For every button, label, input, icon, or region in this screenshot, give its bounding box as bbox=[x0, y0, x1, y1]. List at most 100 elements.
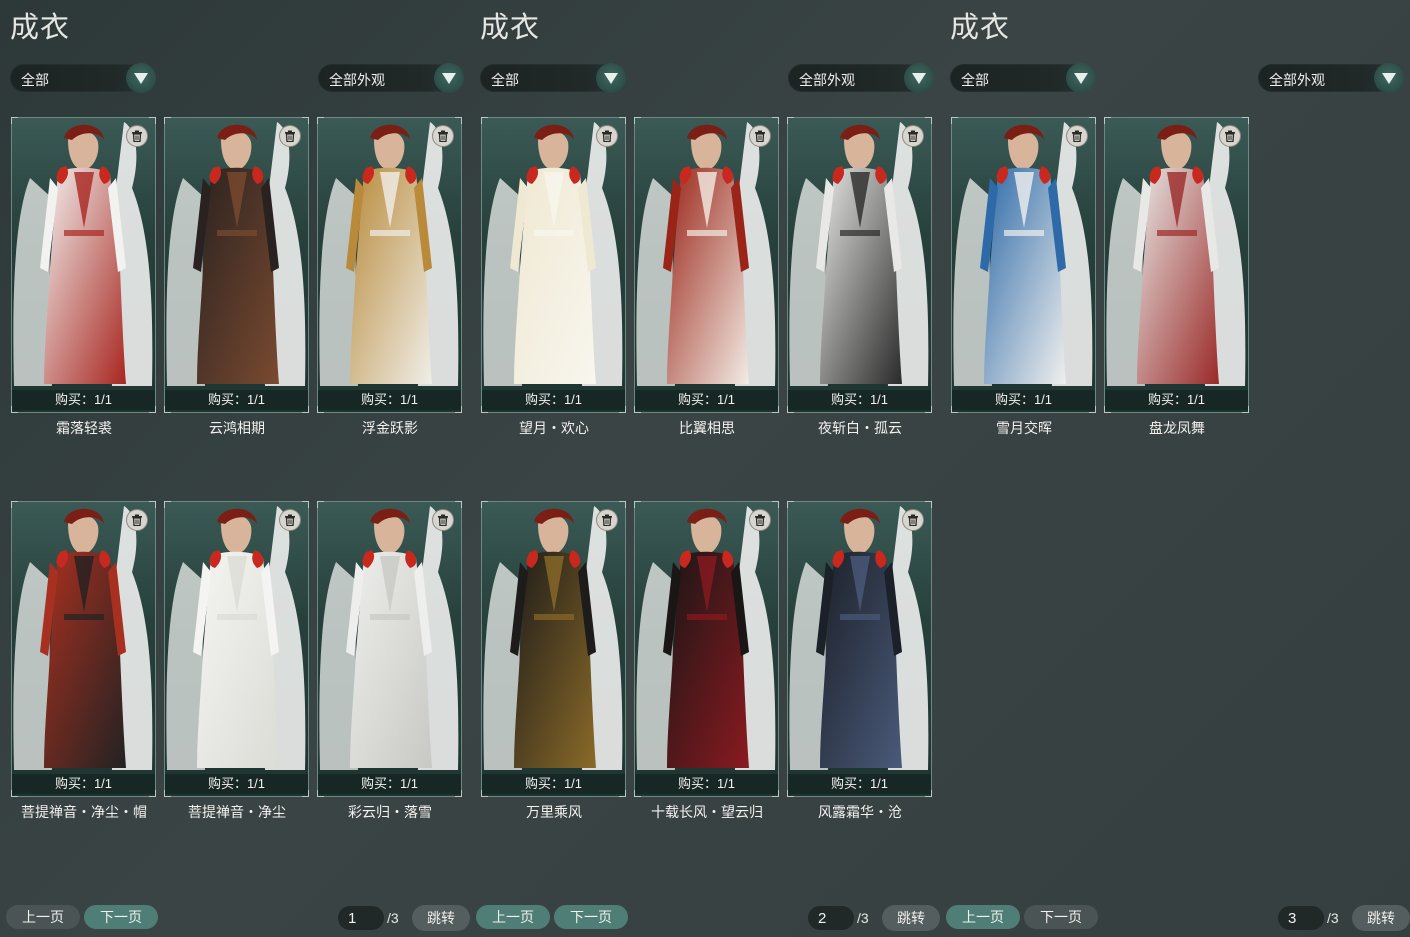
page-total: /3 bbox=[857, 910, 869, 926]
outfit-name: 比翼相思 bbox=[679, 420, 735, 436]
trash-icon[interactable] bbox=[597, 126, 617, 146]
category-filter-dropdown[interactable]: 全部 bbox=[480, 63, 626, 93]
outfit-card[interactable]: 购买：1/1 bbox=[164, 117, 309, 413]
outfit-card[interactable]: 购买：1/1 bbox=[634, 501, 779, 797]
outfit-preview-image bbox=[12, 118, 155, 388]
next-page-button[interactable]: 下一页 bbox=[554, 905, 628, 929]
outfit-preview-image bbox=[12, 502, 155, 772]
trash-icon[interactable] bbox=[1220, 126, 1240, 146]
chevron-down-icon[interactable] bbox=[126, 63, 156, 93]
outfit-name: 云鸿相期 bbox=[209, 420, 265, 436]
outfit-name: 彩云归・落雪 bbox=[348, 804, 432, 820]
page-number-value: 1 bbox=[348, 910, 357, 927]
page-number-input[interactable]: 1 bbox=[338, 906, 384, 930]
page-number-input[interactable]: 2 bbox=[808, 906, 854, 930]
outfit-card[interactable]: 购买：1/1 bbox=[1104, 117, 1249, 413]
jump-button[interactable]: 跳转 bbox=[412, 905, 470, 931]
outfit-panel: 成衣 全部 全部外观 购买：1/1 霜落轻裘 购买：1/1 云鸿相期 购买：1/… bbox=[0, 0, 470, 937]
outfit-preview-image bbox=[788, 118, 931, 388]
outfit-name: 霜落轻裘 bbox=[56, 420, 112, 436]
trash-icon[interactable] bbox=[1067, 126, 1087, 146]
chevron-down-icon[interactable] bbox=[904, 63, 934, 93]
page-number-input[interactable]: 3 bbox=[1278, 906, 1324, 930]
trash-icon[interactable] bbox=[903, 126, 923, 146]
purchase-count: 购买：1/1 bbox=[318, 774, 461, 794]
outfit-preview-image bbox=[635, 118, 778, 388]
category-filter-dropdown[interactable]: 全部 bbox=[10, 63, 156, 93]
outfit-name: 菩提禅音・净尘・帽 bbox=[21, 804, 147, 820]
trash-icon[interactable] bbox=[127, 126, 147, 146]
outfit-name: 雪月交晖 bbox=[996, 420, 1052, 436]
purchase-count: 购买：1/1 bbox=[482, 774, 625, 794]
chevron-down-icon[interactable] bbox=[1066, 63, 1096, 93]
outfit-panel: 成衣 全部 全部外观 购买：1/1 雪月交晖 购买：1/1 盘龙凤舞 上一页 下… bbox=[940, 0, 1410, 937]
purchase-count: 购买：1/1 bbox=[318, 390, 461, 410]
outfit-name: 夜斩白・孤云 bbox=[818, 420, 902, 436]
purchase-count: 购买：1/1 bbox=[788, 390, 931, 410]
page-number-value: 2 bbox=[818, 910, 827, 927]
category-filter-dropdown[interactable]: 全部 bbox=[950, 63, 1096, 93]
panel-title: 成衣 bbox=[950, 10, 1011, 44]
category-filter-value: 全部 bbox=[491, 72, 519, 88]
outfit-name: 盘龙凤舞 bbox=[1149, 420, 1205, 436]
appearance-filter-dropdown[interactable]: 全部外观 bbox=[788, 63, 934, 93]
outfit-preview-image bbox=[318, 502, 461, 772]
outfit-card[interactable]: 购买：1/1 bbox=[634, 117, 779, 413]
outfit-preview-image bbox=[165, 502, 308, 772]
outfit-card[interactable]: 购买：1/1 bbox=[11, 501, 156, 797]
purchase-count: 购买：1/1 bbox=[635, 774, 778, 794]
trash-icon[interactable] bbox=[280, 126, 300, 146]
panel-title: 成衣 bbox=[10, 10, 71, 44]
trash-icon[interactable] bbox=[280, 510, 300, 530]
outfit-card[interactable]: 购买：1/1 bbox=[481, 117, 626, 413]
purchase-count: 购买：1/1 bbox=[482, 390, 625, 410]
trash-icon[interactable] bbox=[127, 510, 147, 530]
outfit-preview-image bbox=[482, 118, 625, 388]
outfit-preview-image bbox=[165, 118, 308, 388]
trash-icon[interactable] bbox=[597, 510, 617, 530]
chevron-down-icon[interactable] bbox=[434, 63, 464, 93]
trash-icon[interactable] bbox=[433, 126, 453, 146]
page-total: /3 bbox=[387, 910, 399, 926]
trash-icon[interactable] bbox=[903, 510, 923, 530]
chevron-down-icon[interactable] bbox=[1374, 63, 1404, 93]
trash-icon[interactable] bbox=[750, 510, 770, 530]
outfit-preview-image bbox=[788, 502, 931, 772]
outfit-preview-image bbox=[482, 502, 625, 772]
category-filter-value: 全部 bbox=[961, 72, 989, 88]
jump-button[interactable]: 跳转 bbox=[1352, 905, 1410, 931]
purchase-count: 购买：1/1 bbox=[165, 774, 308, 794]
purchase-count: 购买：1/1 bbox=[635, 390, 778, 410]
purchase-count: 购买：1/1 bbox=[12, 774, 155, 794]
appearance-filter-dropdown[interactable]: 全部外观 bbox=[1258, 63, 1404, 93]
page-total: /3 bbox=[1327, 910, 1339, 926]
page-number-value: 3 bbox=[1288, 910, 1297, 927]
panel-title: 成衣 bbox=[480, 10, 541, 44]
outfit-name: 风露霜华・沧 bbox=[818, 804, 902, 820]
outfit-card[interactable]: 购买：1/1 bbox=[164, 501, 309, 797]
outfit-card[interactable]: 购买：1/1 bbox=[481, 501, 626, 797]
appearance-filter-dropdown[interactable]: 全部外观 bbox=[318, 63, 464, 93]
next-page-button[interactable]: 下一页 bbox=[84, 905, 158, 929]
purchase-count: 购买：1/1 bbox=[952, 390, 1095, 410]
next-page-button[interactable]: 下一页 bbox=[1024, 905, 1098, 929]
prev-page-button[interactable]: 上一页 bbox=[476, 905, 550, 929]
appearance-filter-value: 全部外观 bbox=[1269, 72, 1325, 88]
outfit-card[interactable]: 购买：1/1 bbox=[317, 501, 462, 797]
trash-icon[interactable] bbox=[750, 126, 770, 146]
outfit-card[interactable]: 购买：1/1 bbox=[787, 117, 932, 413]
outfit-card[interactable]: 购买：1/1 bbox=[317, 117, 462, 413]
outfit-card[interactable]: 购买：1/1 bbox=[787, 501, 932, 797]
trash-icon[interactable] bbox=[433, 510, 453, 530]
chevron-down-icon[interactable] bbox=[596, 63, 626, 93]
category-filter-value: 全部 bbox=[21, 72, 49, 88]
outfit-card[interactable]: 购买：1/1 bbox=[951, 117, 1096, 413]
appearance-filter-value: 全部外观 bbox=[799, 72, 855, 88]
prev-page-button[interactable]: 上一页 bbox=[6, 905, 80, 929]
outfit-preview-image bbox=[952, 118, 1095, 388]
outfit-card[interactable]: 购买：1/1 bbox=[11, 117, 156, 413]
prev-page-button[interactable]: 上一页 bbox=[946, 905, 1020, 929]
outfit-name: 菩提禅音・净尘 bbox=[188, 804, 286, 820]
jump-button[interactable]: 跳转 bbox=[882, 905, 940, 931]
purchase-count: 购买：1/1 bbox=[1105, 390, 1248, 410]
